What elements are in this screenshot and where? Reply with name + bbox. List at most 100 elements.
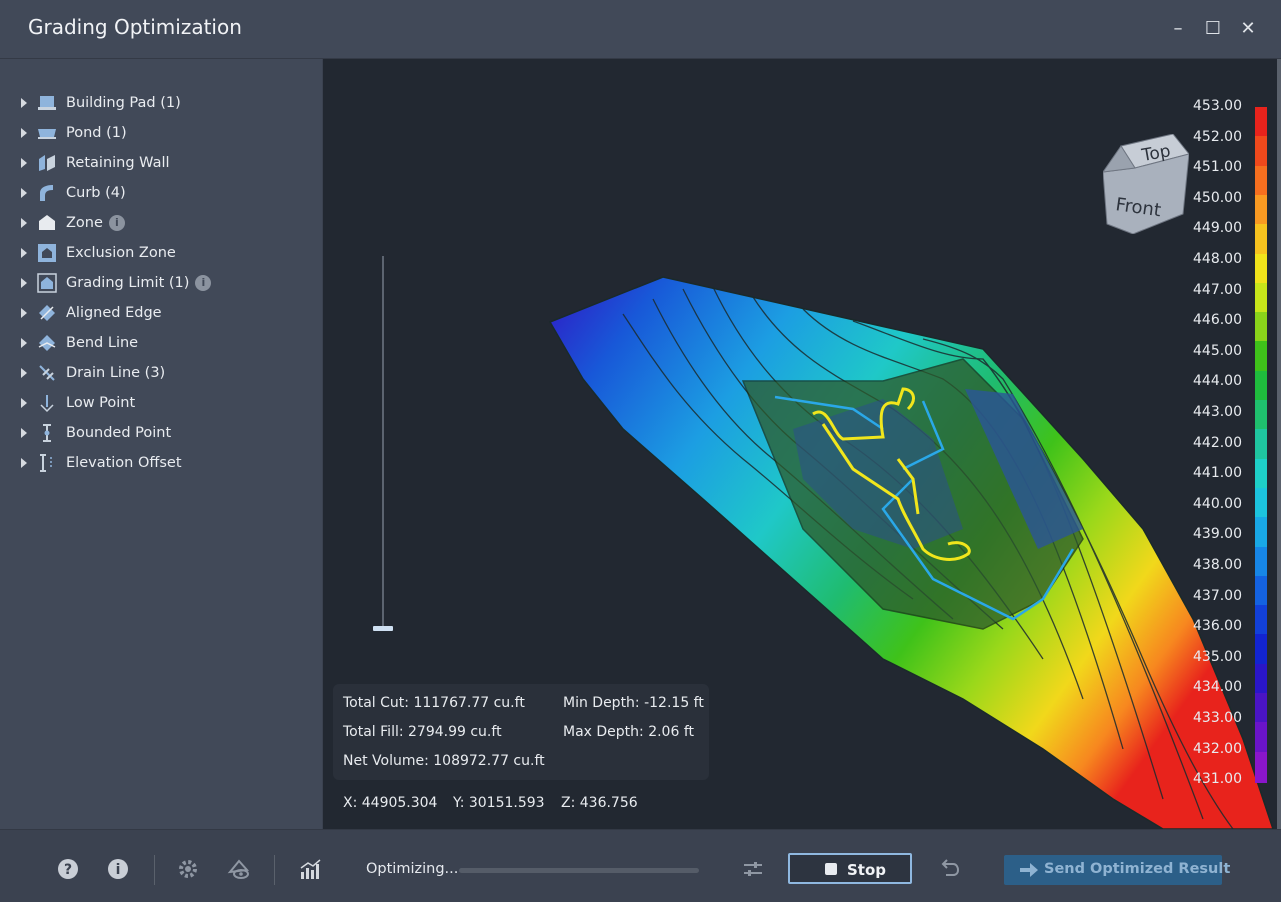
stop-button[interactable]: Stop	[788, 853, 912, 884]
minimize-button[interactable]: –	[1167, 18, 1189, 40]
tree-item-label: Pond (1)	[66, 125, 127, 141]
tree-item-zone[interactable]: Zone i	[0, 208, 322, 238]
tree-item-text: Bend Line	[66, 335, 139, 351]
legend-color-swatch	[1255, 546, 1267, 578]
tree-item-label: Retaining Wall	[66, 155, 170, 171]
info-icon[interactable]: i	[108, 215, 125, 231]
maximize-icon: ☐	[1204, 18, 1222, 39]
elevation-slider-track	[382, 256, 384, 630]
drain-line-icon	[39, 365, 55, 381]
expand-arrow-icon[interactable]	[21, 278, 27, 288]
expand-arrow-icon[interactable]	[21, 218, 27, 228]
expand-arrow-icon[interactable]	[21, 458, 27, 468]
view-cube[interactable]: Top Front	[1103, 134, 1189, 234]
visibility-button[interactable]	[227, 858, 250, 880]
tree-item-label: Curb (4)	[66, 185, 126, 201]
tree-item-text: Building Pad (1)	[66, 95, 181, 111]
minimize-icon: –	[1173, 18, 1183, 39]
settings-button[interactable]	[177, 858, 199, 880]
min-depth-value: Min Depth: -12.15 ft	[563, 695, 704, 711]
zone-icon	[39, 215, 55, 230]
tree-item-curb[interactable]: Curb (4)	[0, 178, 322, 208]
legend-color-swatch	[1255, 693, 1267, 725]
expand-arrow-icon[interactable]	[21, 368, 27, 378]
curb-icon	[40, 185, 53, 201]
tree-item-bend-line[interactable]: Bend Line	[0, 328, 322, 358]
send-optimized-result-label: Send Optimized Result	[1044, 861, 1231, 877]
tree-item-label: Bounded Point	[66, 425, 171, 441]
expand-arrow-icon[interactable]	[21, 158, 27, 168]
stop-label: Stop	[847, 861, 887, 879]
expand-arrow-icon[interactable]	[21, 248, 27, 258]
tree-item-aligned-edge[interactable]: Aligned Edge	[0, 298, 322, 328]
window-title: Grading Optimization	[28, 15, 242, 39]
building-pad-icon	[38, 96, 56, 110]
chart-icon	[300, 859, 321, 879]
expand-arrow-icon[interactable]	[21, 338, 27, 348]
elevation-offset-icon	[40, 454, 52, 472]
tree-item-drain-line[interactable]: Drain Line (3)	[0, 358, 322, 388]
viewport-scrollbar[interactable]	[1277, 59, 1281, 829]
3d-viewport[interactable]: Top Front 453.00 452.00 451.00 450.00 449.00…	[323, 59, 1278, 829]
legend-color-swatch	[1255, 575, 1267, 607]
low-point-icon	[40, 395, 54, 413]
tree-item-text: Zone	[66, 215, 103, 231]
undo-button[interactable]	[938, 858, 960, 880]
legend-color-swatch	[1255, 400, 1267, 432]
stop-icon	[825, 863, 837, 875]
volume-stats-panel: Total Cut: 111767.77 cu.ft Total Fill: 2…	[333, 684, 709, 780]
total-fill-value: Total Fill: 2794.99 cu.ft	[343, 724, 502, 740]
legend-color-swatch	[1255, 370, 1267, 402]
optimization-status: Optimizing...	[366, 861, 459, 877]
tree-item-text: Aligned Edge	[66, 305, 162, 321]
tree-item-text: Bounded Point	[66, 425, 172, 441]
legend-color-swatch	[1255, 517, 1267, 549]
chart-button[interactable]	[299, 858, 321, 880]
elevation-slider-handle[interactable]	[373, 626, 393, 631]
coord-z: Z: 436.756	[561, 795, 638, 811]
tree-item-pond[interactable]: Pond (1)	[0, 118, 322, 148]
tree-item-grading-limit[interactable]: Grading Limit (1) i	[0, 268, 322, 298]
expand-arrow-icon[interactable]	[21, 98, 27, 108]
expand-arrow-icon[interactable]	[21, 398, 27, 408]
legend-color-swatch	[1255, 282, 1267, 314]
svg-text:i: i	[116, 862, 121, 878]
info-icon[interactable]: i	[195, 275, 212, 291]
undo-icon	[941, 859, 960, 876]
legend-color-swatch	[1255, 605, 1267, 637]
legend-color-swatch	[1255, 458, 1267, 490]
tree-item-text: Elevation Offset	[66, 455, 182, 471]
tree-item-label: Building Pad (1)	[66, 95, 181, 111]
tree-item-label: Low Point	[66, 395, 135, 411]
tree-item-text: Curb (4)	[66, 185, 126, 201]
legend-color-swatch	[1255, 312, 1267, 344]
bend-line-icon	[38, 335, 56, 351]
expand-arrow-icon[interactable]	[21, 308, 27, 318]
legend-color-swatch	[1255, 165, 1267, 197]
close-button[interactable]: ✕	[1237, 18, 1259, 40]
expand-arrow-icon[interactable]	[21, 128, 27, 138]
info-button[interactable]: i	[107, 858, 129, 880]
coord-y: Y: 30151.593	[453, 795, 545, 811]
tree-item-retaining-wall[interactable]: Retaining Wall	[0, 148, 322, 178]
tree-item-label: Elevation Offset	[66, 455, 182, 471]
legend-color-swatch	[1255, 224, 1267, 256]
tree-item-exclusion-zone[interactable]: Exclusion Zone	[0, 238, 322, 268]
info-icon: i	[108, 859, 128, 879]
help-button[interactable]: ?	[57, 858, 79, 880]
maximize-button[interactable]: ☐	[1202, 18, 1224, 40]
exclusion-zone-icon	[38, 244, 56, 262]
tree-item-building-pad[interactable]: Building Pad (1)	[0, 88, 322, 118]
gear-icon	[179, 860, 197, 878]
tree-item-low-point[interactable]: Low Point	[0, 388, 322, 418]
adjust-settings-button[interactable]	[742, 858, 764, 880]
tree-item-text: Grading Limit (1)	[66, 275, 190, 291]
tree-item-elevation-offset[interactable]: Elevation Offset	[0, 448, 322, 478]
expand-arrow-icon[interactable]	[21, 188, 27, 198]
tree-item-bounded-point[interactable]: Bounded Point	[0, 418, 322, 448]
expand-arrow-icon[interactable]	[21, 428, 27, 438]
legend-color-swatch	[1255, 136, 1267, 168]
svg-text:?: ?	[64, 862, 72, 878]
send-optimized-result-button[interactable]: Send Optimized Result	[1004, 855, 1230, 885]
aligned-edge-icon	[39, 305, 55, 321]
